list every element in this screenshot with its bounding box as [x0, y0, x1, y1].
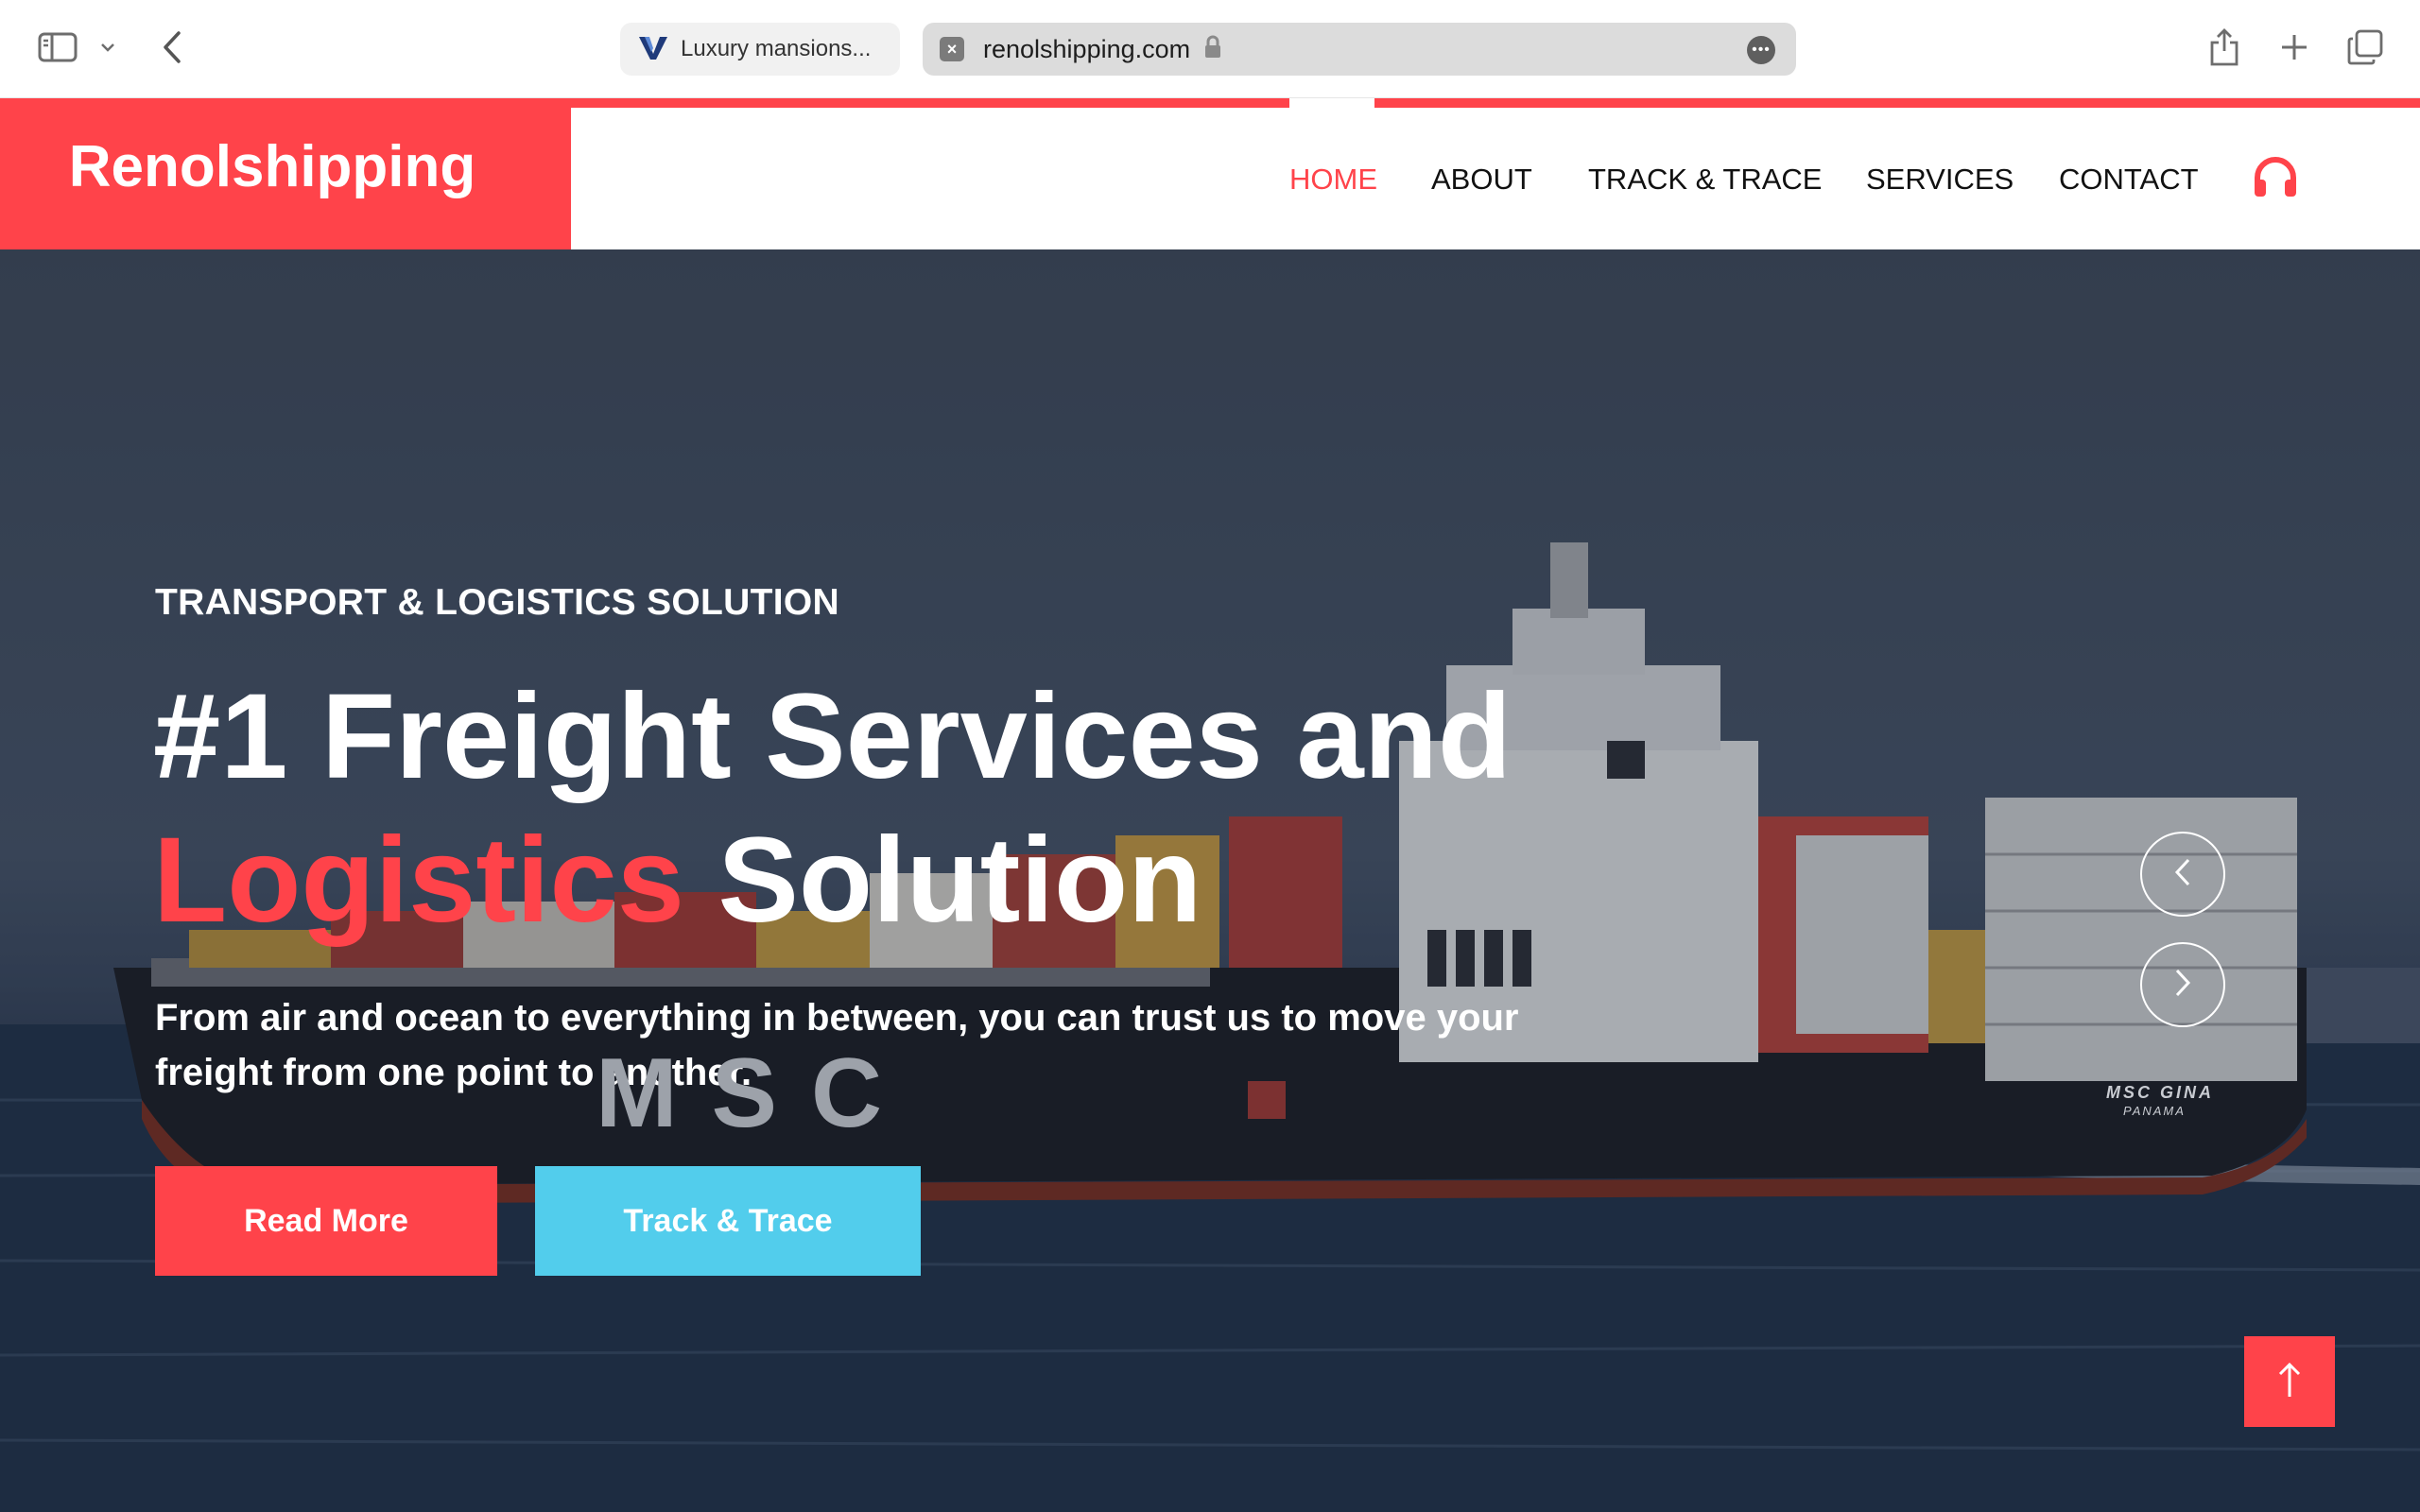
back-to-top-button[interactable] [2244, 1336, 2335, 1427]
chevron-left-icon [2172, 856, 2193, 893]
close-icon[interactable]: × [940, 37, 964, 61]
nav-about[interactable]: ABOUT [1431, 163, 1532, 197]
plus-icon[interactable] [2274, 26, 2314, 68]
active-nav-indicator [1289, 98, 1374, 108]
ship-port: PANAMA [2123, 1104, 2186, 1118]
more-options-icon[interactable]: ••• [1747, 36, 1775, 64]
chevron-down-icon[interactable] [95, 34, 121, 60]
chevron-right-icon [2172, 967, 2193, 1004]
header-accent-bar [571, 98, 2420, 108]
headphones-icon[interactable] [2252, 155, 2299, 198]
tab-label: Luxury mansions... [681, 36, 872, 61]
url-text: renolshipping.com [983, 34, 1191, 63]
nav-services[interactable]: SERVICES [1866, 163, 2014, 197]
site-header: Renolshipping HOME ABOUT TRACK & TRACE S… [0, 98, 2420, 249]
share-icon[interactable] [2204, 25, 2244, 70]
ship-name: MSC GINA [2106, 1083, 2214, 1102]
brand-logo[interactable]: Renolshipping [0, 98, 571, 249]
nav-contact[interactable]: CONTACT [2059, 163, 2199, 197]
address-bar[interactable]: × renolshipping.com ••• [923, 23, 1796, 76]
carousel-prev-button[interactable] [2140, 832, 2225, 917]
carousel-next-button[interactable] [2140, 942, 2225, 1027]
tab-luxury-mansions[interactable]: Luxury mansions... [620, 23, 900, 76]
hero-eyebrow: TRANSPORT & LOGISTICS SOLUTION [155, 582, 840, 623]
headline-accent: Logistics [153, 813, 684, 948]
nav-track-trace[interactable]: TRACK & TRACE [1588, 163, 1822, 197]
site-favicon-icon [637, 33, 669, 66]
track-trace-button[interactable]: Track & Trace [535, 1166, 921, 1276]
hero-headline: #1 Freight Services and Logistics Soluti… [153, 665, 1512, 953]
headline-rest: Solution [683, 813, 1202, 948]
nav-home[interactable]: HOME [1289, 163, 1377, 197]
chevron-left-icon[interactable] [153, 26, 191, 68]
brand-name: Renolshipping [68, 133, 476, 199]
read-more-button[interactable]: Read More [155, 1166, 497, 1276]
ship-hull-text: MSC [596, 1039, 917, 1148]
headline-line1: #1 Freight Services and [153, 669, 1512, 804]
browser-toolbar: Luxury mansions... × renolshipping.com •… [0, 0, 2420, 98]
tabs-icon[interactable] [2344, 26, 2386, 68]
arrow-up-icon [2276, 1361, 2303, 1403]
lock-icon [1203, 35, 1222, 64]
hero-section: TRANSPORT & LOGISTICS SOLUTION #1 Freigh… [0, 249, 2420, 1512]
sidebar-icon[interactable] [34, 28, 81, 66]
